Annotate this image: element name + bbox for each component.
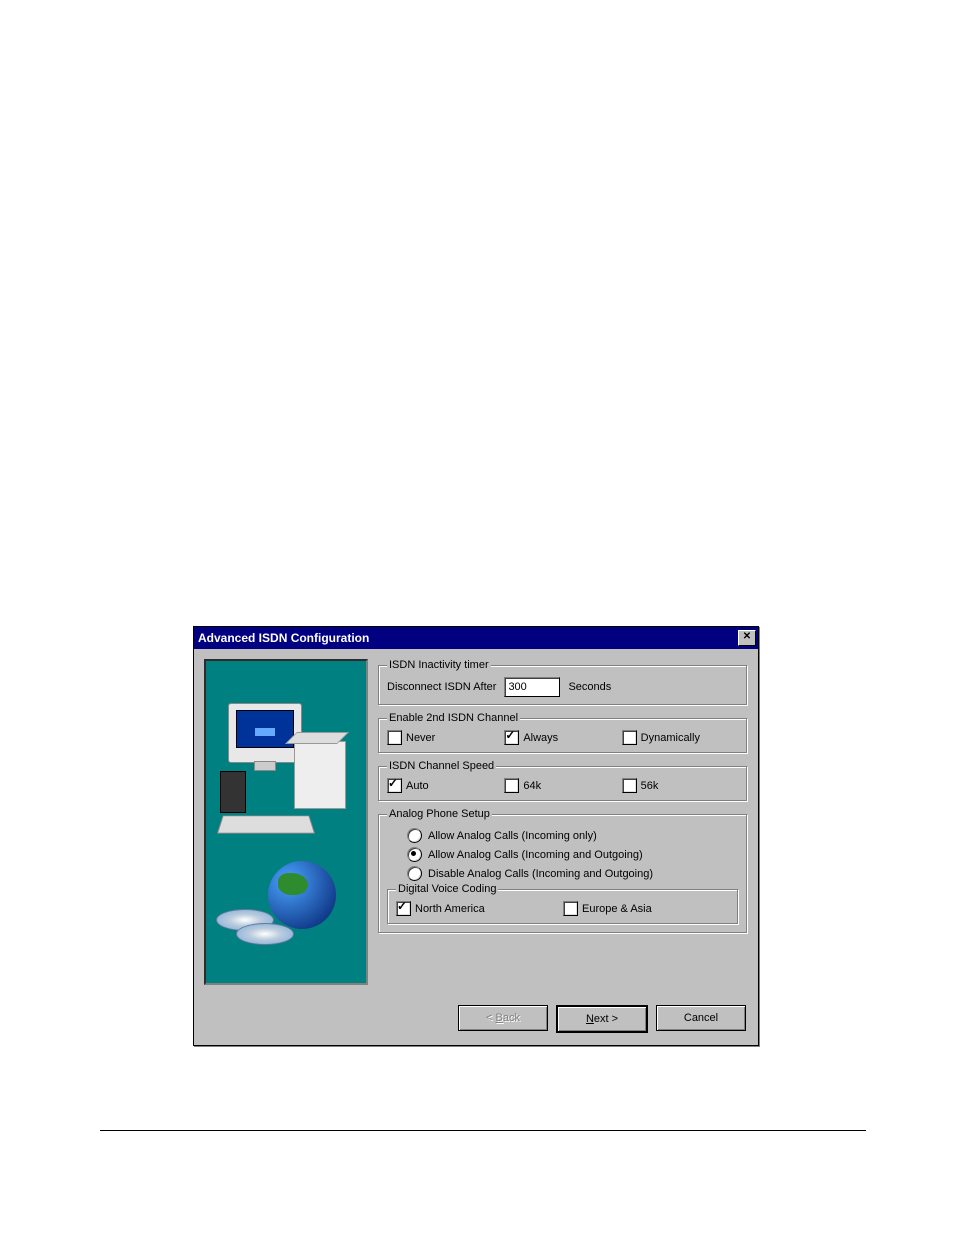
radio-incoming-outgoing[interactable] [407,847,422,862]
globe-icon [268,861,336,929]
checkbox-north-america[interactable] [396,901,411,916]
dialog-body: ISDN Inactivity timer Disconnect ISDN Af… [194,649,758,997]
next-button[interactable]: Next > [556,1005,648,1033]
dialog-window: Advanced ISDN Configuration ✕ ISDN Inact… [193,626,759,1046]
titlebar: Advanced ISDN Configuration ✕ [194,627,758,649]
checkbox-label: Auto [406,780,429,792]
checkbox-dynamically[interactable] [622,730,637,745]
group-channel-speed: ISDN Channel Speed Auto 64k 56k [378,760,748,802]
cancel-label: Cancel [684,1012,718,1024]
radio-label: Allow Analog Calls (Incoming only) [428,830,597,842]
close-button[interactable]: ✕ [738,630,756,646]
checkbox-label: Dynamically [641,732,700,744]
group-legend: Enable 2nd ISDN Channel [387,712,520,724]
settings-column: ISDN Inactivity timer Disconnect ISDN Af… [378,659,748,985]
checkbox-56k[interactable] [622,778,637,793]
title-text: Advanced ISDN Configuration [198,631,738,645]
back-button[interactable]: < Back [458,1005,548,1031]
monitor-stand-icon [254,761,276,771]
checkbox-label: 64k [523,780,541,792]
page-divider [100,1130,866,1131]
cancel-button[interactable]: Cancel [656,1005,746,1031]
radio-label: Disable Analog Calls (Incoming and Outgo… [428,868,653,880]
wizard-buttons: < Back Next > Cancel [194,997,758,1045]
group-legend: Analog Phone Setup [387,808,492,820]
checkbox-label: 56k [641,780,659,792]
group-legend: ISDN Channel Speed [387,760,496,772]
checkbox-label: North America [415,903,485,915]
checkbox-auto[interactable] [387,778,402,793]
checkbox-always[interactable] [504,730,519,745]
disc-icon [236,923,294,945]
group-voice-coding: Digital Voice Coding North America Europ… [387,883,739,925]
group-inactivity-timer: ISDN Inactivity timer Disconnect ISDN Af… [378,659,748,706]
radio-incoming-only[interactable] [407,828,422,843]
checkbox-never[interactable] [387,730,402,745]
checkbox-europe-asia[interactable] [563,901,578,916]
checkbox-64k[interactable] [504,778,519,793]
group-analog-phone: Analog Phone Setup Allow Analog Calls (I… [378,808,748,934]
seconds-label: Seconds [568,681,611,693]
disconnect-input[interactable] [504,677,560,697]
box-icon [294,741,346,809]
group-legend: ISDN Inactivity timer [387,659,491,671]
wizard-image [204,659,368,985]
checkbox-label: Never [406,732,435,744]
checkbox-label: Always [523,732,558,744]
keyboard-icon [217,816,315,834]
radio-disable[interactable] [407,866,422,881]
group-legend: Digital Voice Coding [396,883,498,895]
checkbox-label: Europe & Asia [582,903,652,915]
monitor-icon [228,703,302,763]
disconnect-label: Disconnect ISDN After [387,681,496,693]
radio-label: Allow Analog Calls (Incoming and Outgoin… [428,849,643,861]
group-second-channel: Enable 2nd ISDN Channel Never Always Dyn… [378,712,748,754]
tower-icon [220,771,246,813]
